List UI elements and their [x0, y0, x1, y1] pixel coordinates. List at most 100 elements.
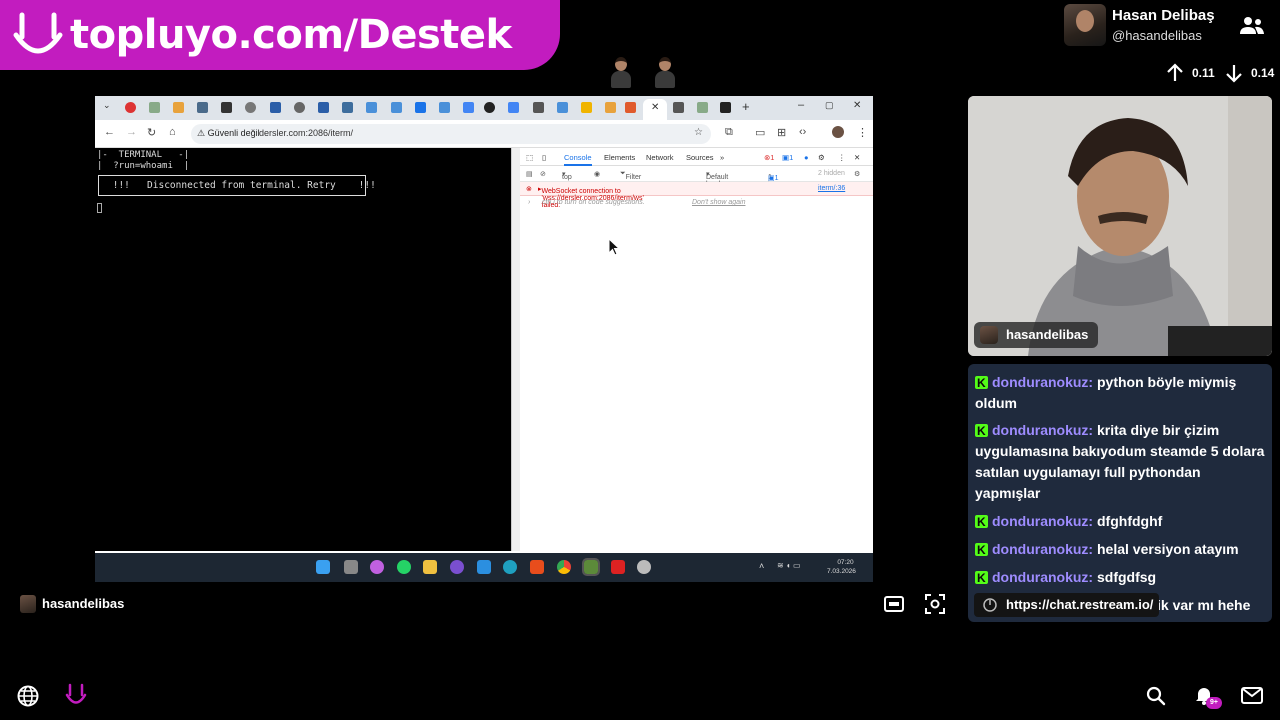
arrow-up-icon[interactable]	[1166, 63, 1184, 83]
wifi-volume-battery-icon[interactable]: ≋ ◖ ▭	[777, 561, 801, 570]
tab-favicon-icon[interactable]	[391, 102, 402, 113]
sidebar-toggle-icon[interactable]: ▤	[526, 170, 533, 178]
browser-profile-avatar[interactable]	[832, 126, 844, 138]
streamer-name[interactable]: hasandelibas	[20, 594, 124, 614]
tab-console[interactable]: Console	[564, 153, 592, 166]
globe-icon[interactable]	[17, 685, 39, 707]
tab-network[interactable]: Network	[646, 153, 674, 162]
file-explorer-icon[interactable]	[423, 560, 437, 574]
fullscreen-screenshot-icon[interactable]	[925, 594, 945, 614]
tab-favicon-icon[interactable]	[508, 102, 519, 113]
tab-favicon-icon[interactable]	[625, 102, 636, 113]
tab-favicon-icon[interactable]	[318, 102, 329, 113]
edge-icon[interactable]	[503, 560, 517, 574]
live-expression-eye-icon[interactable]: ◉	[594, 170, 600, 178]
github-icon[interactable]	[484, 102, 495, 113]
log-levels-select[interactable]: Default levels ▾	[706, 170, 728, 188]
tab-favicon-icon[interactable]	[605, 102, 616, 113]
window-close-icon[interactable]: ✕	[853, 100, 861, 111]
devtools-menu-icon[interactable]: ⋮	[838, 153, 846, 162]
back-icon[interactable]: ←	[104, 126, 115, 138]
ai-assistant-icon[interactable]: ●	[804, 153, 809, 162]
minimize-icon[interactable]: –	[798, 99, 804, 111]
device-toolbar-icon[interactable]: ▯	[542, 153, 546, 162]
dont-show-again-link[interactable]: Don't show again	[692, 199, 745, 206]
tab-favicon-icon[interactable]	[149, 102, 160, 113]
devtools-close-icon[interactable]: ✕	[854, 153, 860, 162]
reload-icon[interactable]: ↻	[147, 126, 156, 139]
home-icon[interactable]: ⌂	[169, 126, 176, 138]
cast-icon[interactable]: ▭	[755, 126, 765, 139]
more-tabs-icon[interactable]: »	[720, 153, 724, 162]
app-icon[interactable]	[637, 560, 651, 574]
tab-favicon-icon[interactable]	[557, 102, 568, 113]
profile-card[interactable]: Hasan Delibaş @hasandelibas	[1062, 2, 1280, 52]
whatsapp-icon[interactable]	[397, 560, 411, 574]
tab-favicon-icon[interactable]	[294, 102, 305, 113]
tab-favicon-icon[interactable]	[366, 102, 377, 113]
restream-link-tooltip[interactable]: https://chat.restream.io/	[974, 593, 1160, 617]
console-error-row[interactable]: ⊗ ▸ WebSocket connection to 'wss://dersle…	[520, 182, 873, 209]
tab-sources[interactable]: Sources	[686, 153, 714, 162]
issue-count-icon[interactable]: ▣1	[782, 153, 793, 162]
arrow-down-icon[interactable]	[1225, 63, 1243, 83]
tab-favicon-icon[interactable]	[245, 102, 256, 113]
filter-input[interactable]: ⏷ Filter	[620, 170, 641, 181]
error-count-icon[interactable]: ⊗1	[764, 153, 774, 162]
mail-icon[interactable]	[1241, 687, 1263, 704]
tab-favicon-icon[interactable]	[173, 102, 184, 113]
tab-favicon-icon[interactable]	[581, 102, 592, 113]
browser-menu-icon[interactable]: ⋮	[857, 126, 868, 139]
inspect-icon[interactable]: ⬚	[526, 153, 533, 162]
obs-app-icon[interactable]	[582, 558, 600, 576]
error-source-link[interactable]: iterm/:36	[818, 185, 845, 192]
task-view-icon[interactable]	[344, 560, 358, 574]
chrome-icon[interactable]	[557, 560, 571, 574]
tab-favicon-icon[interactable]	[415, 102, 426, 113]
tab-favicon-icon[interactable]	[463, 102, 474, 113]
context-select[interactable]: top ▾	[562, 170, 572, 181]
clear-console-icon[interactable]: ⊘	[540, 170, 546, 178]
tab-favicon-icon[interactable]	[533, 102, 544, 113]
devtools-code-icon[interactable]: ‹›	[799, 126, 806, 138]
vscode-icon[interactable]	[477, 560, 491, 574]
settings-gear-icon[interactable]: ⚙	[818, 153, 825, 162]
active-tab[interactable]: ✕	[643, 99, 667, 120]
tab-favicon-icon[interactable]	[270, 102, 281, 113]
tray-chevron-icon[interactable]: ˄	[759, 561, 764, 571]
tab-favicon-icon[interactable]	[221, 102, 232, 113]
tab-elements[interactable]: Elements	[604, 153, 635, 162]
theater-mode-icon[interactable]	[884, 596, 904, 612]
tab-favicon-icon[interactable]	[439, 102, 450, 113]
app-icon[interactable]	[450, 560, 464, 574]
copilot-icon[interactable]	[370, 560, 384, 574]
terminal-scrollbar[interactable]	[511, 148, 520, 551]
people-icon[interactable]	[1238, 14, 1266, 38]
topluyo-logo-icon[interactable]	[64, 682, 88, 710]
maximize-icon[interactable]: ▢	[825, 100, 834, 111]
console-settings-icon[interactable]: ⚙	[854, 170, 860, 178]
tab-list-icon[interactable]: ⌄	[103, 100, 111, 111]
taskbar-clock[interactable]: 07:20 7.03.2026	[827, 558, 856, 576]
forward-icon[interactable]: →	[126, 126, 137, 138]
bookmark-star-icon[interactable]: ☆	[694, 127, 703, 138]
terminal-pane[interactable]: |- TERMINAL -| | ?run=whoami | !!! Disco…	[95, 148, 511, 551]
brave-icon[interactable]	[530, 560, 544, 574]
security-warning[interactable]: ⚠ Güvenli değil	[197, 128, 260, 139]
app-icon[interactable]	[611, 560, 625, 574]
error-message: ▸ WebSocket connection to 'wss://dersler.…	[538, 186, 644, 209]
url-field[interactable]: ⚠ Güvenli değil dersler.com:2086/iterm/ …	[191, 124, 711, 144]
tab-favicon-icon[interactable]	[125, 102, 136, 113]
new-tab-icon[interactable]: +	[742, 99, 750, 114]
tab-favicon-icon[interactable]	[197, 102, 208, 113]
apps-icon[interactable]: ⊞	[777, 126, 786, 139]
windows-start-icon[interactable]	[316, 560, 330, 574]
disconnected-message[interactable]: !!! Disconnected from terminal. Retry !!…	[98, 175, 376, 196]
search-icon[interactable]	[1146, 686, 1166, 706]
extensions-icon[interactable]: ⧉	[725, 126, 733, 139]
tab-favicon-icon[interactable]	[342, 102, 353, 113]
tab-close-icon[interactable]: ✕	[651, 102, 659, 113]
tab-favicon-icon[interactable]	[673, 102, 684, 113]
tab-favicon-icon[interactable]	[697, 102, 708, 113]
tab-favicon-icon[interactable]	[720, 102, 731, 113]
